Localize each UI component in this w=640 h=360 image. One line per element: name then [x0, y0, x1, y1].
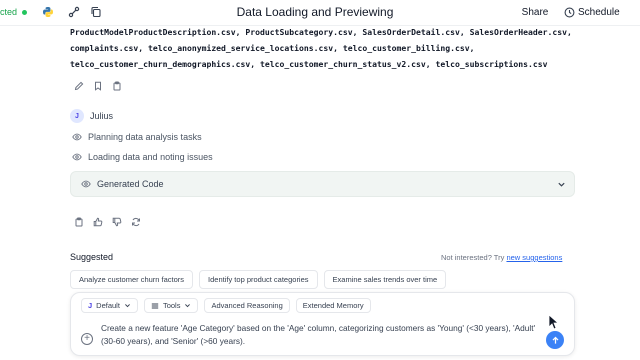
copy-icon[interactable] — [89, 5, 103, 19]
thumbs-up-icon[interactable] — [93, 217, 103, 227]
step-planning[interactable]: Planning data analysis tasks — [72, 132, 202, 142]
top-bar: cted Data Loading and Previewing Share S… — [0, 0, 640, 26]
model-select[interactable]: J Default — [81, 298, 138, 313]
share-network-icon[interactable] — [67, 5, 81, 19]
model-label: Default — [96, 301, 120, 310]
file-list-line: ProductModelProductDescription.csv, Prod… — [70, 27, 572, 37]
send-button[interactable] — [546, 331, 564, 349]
page-title: Data Loading and Previewing — [236, 5, 394, 19]
refresh-icon[interactable] — [131, 217, 141, 227]
list-icon — [151, 303, 159, 308]
connection-status: cted — [0, 7, 18, 17]
chevron-down-icon — [185, 304, 191, 308]
status-dot-icon — [22, 10, 27, 15]
python-icon[interactable] — [41, 5, 55, 19]
suggestion-chips: Analyze customer churn factors Identify … — [70, 270, 447, 289]
generated-code-label: Generated Code — [97, 179, 164, 189]
edit-icon[interactable] — [74, 81, 84, 91]
suggestion-chip[interactable]: Examine sales trends over time — [323, 270, 447, 289]
assistant-header: J Julius — [70, 109, 113, 123]
new-suggestions-link[interactable]: new suggestions — [506, 253, 562, 262]
mouse-cursor-icon — [548, 314, 559, 330]
avatar: J — [70, 109, 84, 123]
share-button[interactable]: Share — [516, 3, 554, 21]
schedule-label: Schedule — [578, 6, 620, 18]
prompt-input[interactable]: Create a new feature 'Age Category' base… — [101, 322, 541, 348]
eye-icon — [81, 180, 91, 188]
chevron-down-icon — [124, 304, 130, 308]
add-attachment-button[interactable]: + — [81, 333, 93, 345]
not-interested-text: Not interested? Try new suggestions — [441, 253, 562, 262]
composer-toolbar: J Default Tools Advanced Reasoning Exten… — [81, 298, 371, 313]
file-list-line: telco_customer_churn_demographics.csv, t… — [70, 59, 548, 69]
model-mark: J — [88, 301, 93, 310]
file-list-line: complaints.csv, telco_anonymized_service… — [70, 43, 475, 53]
clipboard-icon[interactable] — [74, 217, 84, 227]
advanced-reasoning-toggle[interactable]: Advanced Reasoning — [204, 298, 290, 313]
not-interested-prefix: Not interested? Try — [441, 253, 505, 262]
response-actions — [74, 217, 141, 227]
step-label: Planning data analysis tasks — [88, 132, 202, 142]
tools-label: Tools — [162, 301, 181, 310]
generated-code-panel[interactable]: Generated Code — [70, 171, 575, 197]
thumbs-down-icon[interactable] — [112, 217, 122, 227]
suggestion-chip[interactable]: Analyze customer churn factors — [70, 270, 194, 289]
step-loading[interactable]: Loading data and noting issues — [72, 152, 213, 162]
step-label: Loading data and noting issues — [88, 152, 213, 162]
clipboard-icon[interactable] — [112, 81, 122, 91]
eye-icon — [72, 153, 82, 161]
clock-icon — [564, 7, 575, 17]
schedule-button[interactable]: Schedule — [564, 3, 620, 21]
extended-memory-toggle[interactable]: Extended Memory — [295, 298, 371, 313]
eye-icon — [72, 133, 82, 141]
suggestion-chip[interactable]: Identify top product categories — [199, 270, 318, 289]
message-actions — [74, 81, 122, 91]
chevron-down-icon[interactable] — [557, 180, 566, 189]
suggested-heading: Suggested — [70, 252, 114, 262]
arrow-up-icon — [552, 336, 558, 344]
tools-button[interactable]: Tools — [143, 298, 199, 313]
message-composer: J Default Tools Advanced Reasoning Exten… — [70, 292, 575, 356]
file-list: ProductModelProductDescription.csv, Prod… — [70, 24, 590, 72]
assistant-name: Julius — [90, 111, 114, 121]
bookmark-icon[interactable] — [93, 81, 103, 91]
